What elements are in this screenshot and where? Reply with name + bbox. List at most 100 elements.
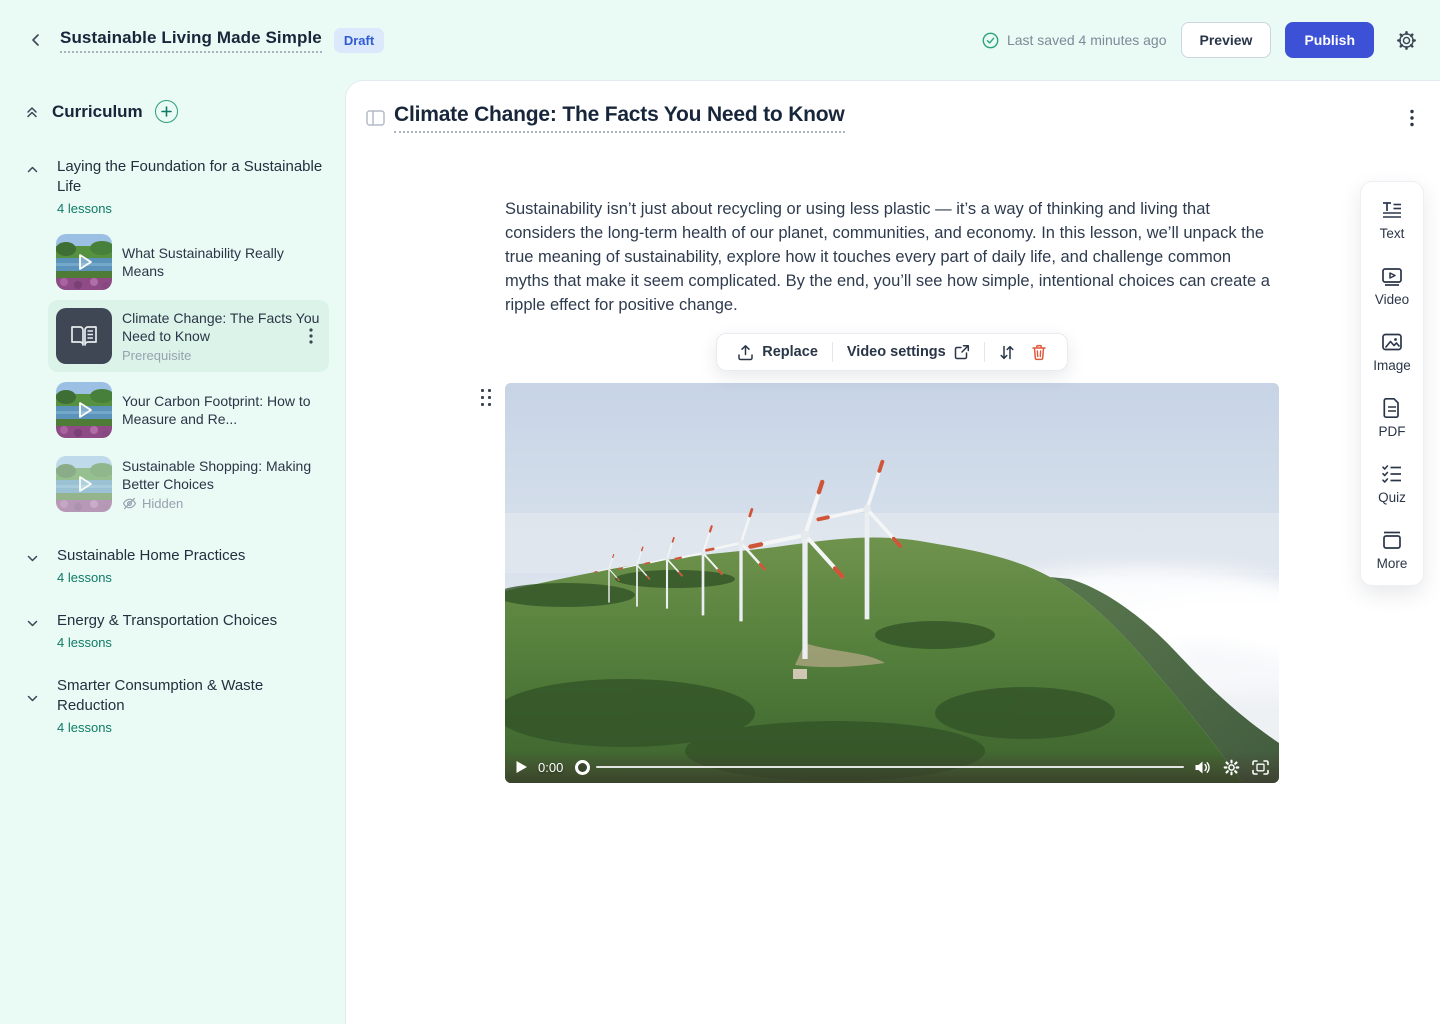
palette-label: PDF [1379,424,1406,439]
section-title: Energy & Transportation Choices [57,611,277,631]
section-consumption-waste: Smarter Consumption & Waste Reduction 4 … [0,676,345,735]
course-title[interactable]: Sustainable Living Made Simple [60,28,322,53]
kebab-icon [309,328,313,344]
play-icon [73,399,95,421]
fullscreen-button[interactable] [1252,760,1269,775]
add-video-block-button[interactable]: Video [1375,264,1409,307]
top-bar: Sustainable Living Made Simple Draft Las… [0,0,1440,80]
play-button[interactable] [515,760,528,774]
add-quiz-block-button[interactable]: Quiz [1378,462,1406,505]
section-foundation: Laying the Foundation for a Sustainable … [0,157,345,520]
eye-off-icon [122,497,137,510]
add-image-block-button[interactable]: Image [1373,330,1411,373]
toolbar-divider [832,342,833,362]
check-circle-icon [982,32,999,49]
volume-icon [1194,760,1211,775]
back-button[interactable] [22,26,50,54]
section-lesson-count: 4 lessons [57,635,277,650]
course-builder-app: Sustainable Living Made Simple Draft Las… [0,0,1440,1024]
publish-button[interactable]: Publish [1285,22,1374,58]
section-header[interactable]: Smarter Consumption & Waste Reduction 4 … [0,676,345,735]
save-status: Last saved 4 minutes ago [982,32,1167,49]
video-controls-bar: 0:00 [505,751,1279,783]
section-header[interactable]: Energy & Transportation Choices 4 lesson… [0,611,345,650]
video-quality-button[interactable] [1223,759,1240,776]
replace-video-button[interactable]: Replace [729,344,826,361]
preview-button[interactable]: Preview [1181,22,1272,58]
lesson-video-thumbnail [56,234,112,290]
lesson-video-thumbnail [56,456,112,512]
curriculum-sidebar: Curriculum Laying the Foundation for a S… [0,80,345,1024]
lesson-video-thumbnail [56,382,112,438]
lesson-item-carbon-footprint[interactable]: Your Carbon Footprint: How to Measure an… [48,374,329,446]
section-title: Smarter Consumption & Waste Reduction [57,676,287,716]
video-time: 0:00 [538,760,563,775]
gear-icon [1396,30,1417,51]
text-block-icon [1380,198,1404,222]
top-bar-actions: Last saved 4 minutes ago Preview Publish [982,22,1422,58]
block-palette: Text Video Image PDF [1360,181,1424,586]
more-blocks-button[interactable]: More [1377,528,1408,571]
section-title: Sustainable Home Practices [57,546,245,566]
lesson-title: What Sustainability Really Means [122,244,321,280]
lesson-item-climate-change[interactable]: Climate Change: The Facts You Need to Kn… [48,300,329,372]
video-block: 0:00 [505,383,1279,783]
drag-handle-icon[interactable] [481,389,495,407]
scrubber-track[interactable] [596,766,1184,768]
status-badge: Draft [334,28,384,53]
save-status-text: Last saved 4 minutes ago [1007,32,1167,48]
lesson-hidden-label: Hidden [122,496,321,511]
lesson-title: Sustainable Shopping: Making Better Choi… [122,457,321,493]
kebab-icon [1410,109,1414,127]
fullscreen-icon [1252,760,1269,775]
lesson-title: Climate Change: The Facts You Need to Kn… [122,309,321,345]
gear-icon [1223,759,1240,776]
lesson-menu-button[interactable] [1406,105,1418,131]
delete-block-button[interactable] [1023,344,1055,361]
image-block-icon [1380,330,1404,354]
lesson-menu-button[interactable] [305,324,317,348]
video-block-icon [1380,264,1404,288]
section-header[interactable]: Sustainable Home Practices 4 lessons [0,546,345,585]
plus-icon [161,106,172,117]
add-pdf-block-button[interactable]: PDF [1379,396,1406,439]
video-player[interactable]: 0:00 [505,383,1279,783]
panel-left-icon [366,110,385,126]
lesson-paragraph[interactable]: Sustainability isn’t just about recyclin… [505,197,1279,317]
play-icon [515,760,528,774]
palette-label: Image [1373,358,1411,373]
upload-icon [737,344,754,361]
toolbar-divider [984,342,985,362]
settings-button[interactable] [1390,24,1422,56]
add-text-block-button[interactable]: Text [1380,198,1405,241]
section-energy-transport: Energy & Transportation Choices 4 lesson… [0,611,345,650]
curriculum-header: Curriculum [0,100,345,123]
lesson-page-title[interactable]: Climate Change: The Facts You Need to Kn… [394,103,845,133]
lesson-item-sustainable-shopping[interactable]: Sustainable Shopping: Making Better Choi… [48,448,329,520]
palette-label: Video [1375,292,1409,307]
chevron-left-icon [29,33,43,47]
lesson-title: Your Carbon Footprint: How to Measure an… [122,392,321,428]
video-settings-button[interactable]: Video settings [839,344,978,360]
lesson-prerequisite-label: Prerequisite [122,348,321,363]
quiz-block-icon [1380,462,1404,486]
section-header[interactable]: Laying the Foundation for a Sustainable … [0,157,345,216]
chevron-down-icon [26,552,39,565]
external-link-icon [954,344,970,360]
palette-label: More [1377,556,1408,571]
palette-label: Quiz [1378,490,1406,505]
collapse-all-icon[interactable] [24,104,40,120]
lesson-item-what-sustainability[interactable]: What Sustainability Really Means [48,226,329,298]
add-section-button[interactable] [155,100,178,123]
pdf-block-icon [1380,396,1404,420]
volume-button[interactable] [1194,760,1211,775]
lesson-content: Sustainability isn’t just about recyclin… [505,197,1279,783]
move-block-button[interactable] [991,344,1023,361]
scrubber-handle[interactable] [575,760,590,775]
section-home-practices: Sustainable Home Practices 4 lessons [0,546,345,585]
section-lesson-count: 4 lessons [57,570,245,585]
toggle-sidebar-button[interactable] [364,107,386,129]
wind-turbine-video-frame [505,383,1279,783]
lesson-editor-panel: Climate Change: The Facts You Need to Kn… [345,80,1440,1024]
play-icon [73,251,95,273]
